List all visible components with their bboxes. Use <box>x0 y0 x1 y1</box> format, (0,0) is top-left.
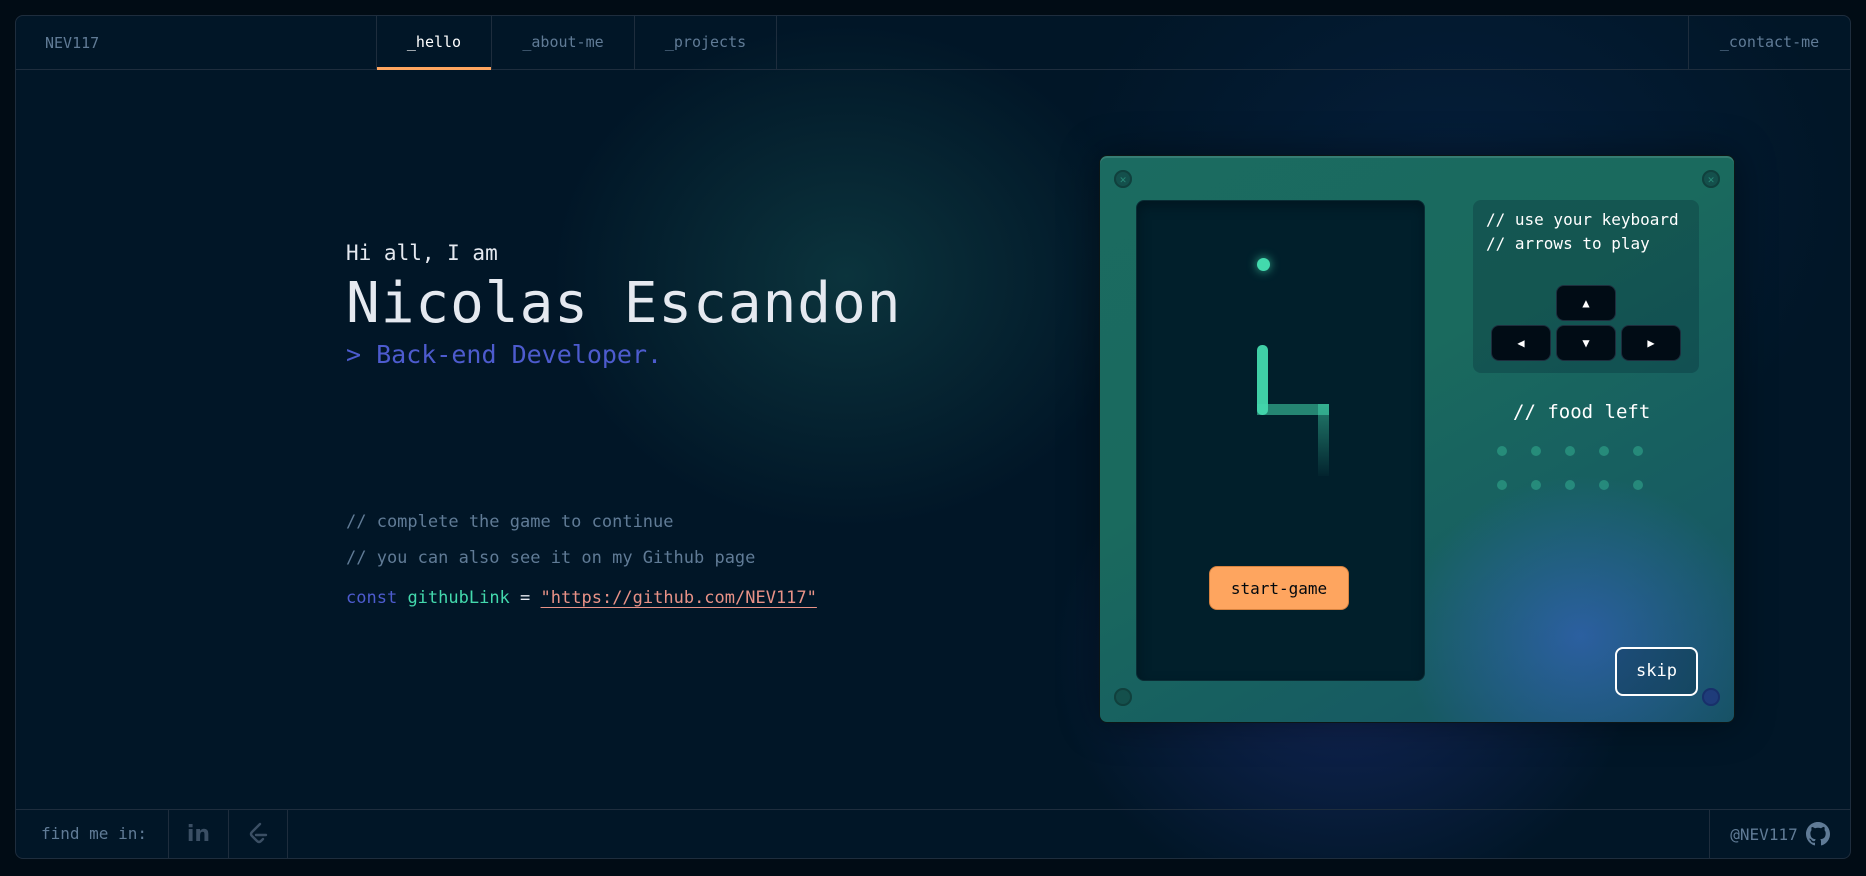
arrow-right-key[interactable]: ▶ <box>1621 325 1681 361</box>
arrow-left-key[interactable]: ◀ <box>1491 325 1551 361</box>
github-link[interactable]: "https://github.com/NEV117" <box>541 588 817 608</box>
food-item <box>1497 480 1507 490</box>
hero-section: Hi all, I am Nicolas Escandon > Back-end… <box>346 241 901 369</box>
food-item <box>1633 446 1643 456</box>
start-game-button[interactable]: start-game <box>1209 566 1349 610</box>
screw-icon: ✕ <box>1114 170 1132 188</box>
skip-button[interactable]: skip <box>1615 647 1698 696</box>
food-item <box>1531 480 1541 490</box>
food-item <box>1497 446 1507 456</box>
portfolio-window: NEV117 _hello _about-me _projects _conta… <box>15 15 1851 859</box>
hint-arrows: // arrows to play <box>1486 234 1650 253</box>
note-github-page: // you can also see it on my Github page <box>346 548 756 568</box>
tab-about-me[interactable]: _about-me <box>492 16 635 70</box>
food-item <box>1531 446 1541 456</box>
footer: find me in: in @NEV117 <box>16 809 1850 858</box>
linkedin-icon: in <box>186 821 211 847</box>
tab-projects[interactable]: _projects <box>635 16 777 70</box>
hint-keyboard: // use your keyboard <box>1486 210 1679 229</box>
code-keyword: const <box>346 588 398 608</box>
controls-panel: // use your keyboard // arrows to play ▲… <box>1473 200 1699 373</box>
game-screen[interactable]: start-game <box>1136 200 1425 681</box>
food-item <box>1599 446 1609 456</box>
github-icon <box>1805 822 1830 846</box>
github-code-line: const githubLink = "https://github.com/N… <box>346 580 817 616</box>
role-subtitle: > Back-end Developer. <box>346 340 663 369</box>
screw-icon <box>1702 688 1720 706</box>
leetcode-icon <box>249 822 268 844</box>
screw-icon <box>1114 688 1132 706</box>
snake-segment <box>1318 404 1329 476</box>
tab-hello[interactable]: _hello <box>376 16 492 70</box>
food-item <box>1565 480 1575 490</box>
food-item <box>1565 446 1575 456</box>
note-complete-game: // complete the game to continue <box>346 512 674 532</box>
screw-icon: ✕ <box>1702 170 1720 188</box>
top-nav: NEV117 _hello _about-me _projects _conta… <box>16 16 1850 70</box>
find-me-label: find me in: <box>41 824 147 843</box>
linkedin-link[interactable]: in <box>168 810 228 858</box>
github-handle: @NEV117 <box>1730 824 1798 844</box>
code-variable: githubLink <box>407 588 510 608</box>
food-left-title: // food left <box>1513 401 1651 423</box>
snake-game-board: ✕ ✕ start-game // use your keyboard // a… <box>1099 155 1735 723</box>
arrow-down-key[interactable]: ▼ <box>1556 325 1616 361</box>
game-notes: // complete the game to continue // you … <box>346 504 817 616</box>
food-item <box>1633 480 1643 490</box>
arrow-up-key[interactable]: ▲ <box>1556 285 1616 321</box>
leetcode-link[interactable] <box>228 810 288 858</box>
food-item <box>1599 480 1609 490</box>
tab-contact-me[interactable]: _contact-me <box>1688 16 1850 70</box>
brand-name: NEV117 <box>45 34 100 52</box>
greeting-text: Hi all, I am <box>346 241 498 265</box>
github-profile-link[interactable]: @NEV117 <box>1709 810 1850 858</box>
page-title: Nicolas Escandon <box>346 271 902 336</box>
code-operator: = <box>520 588 531 608</box>
